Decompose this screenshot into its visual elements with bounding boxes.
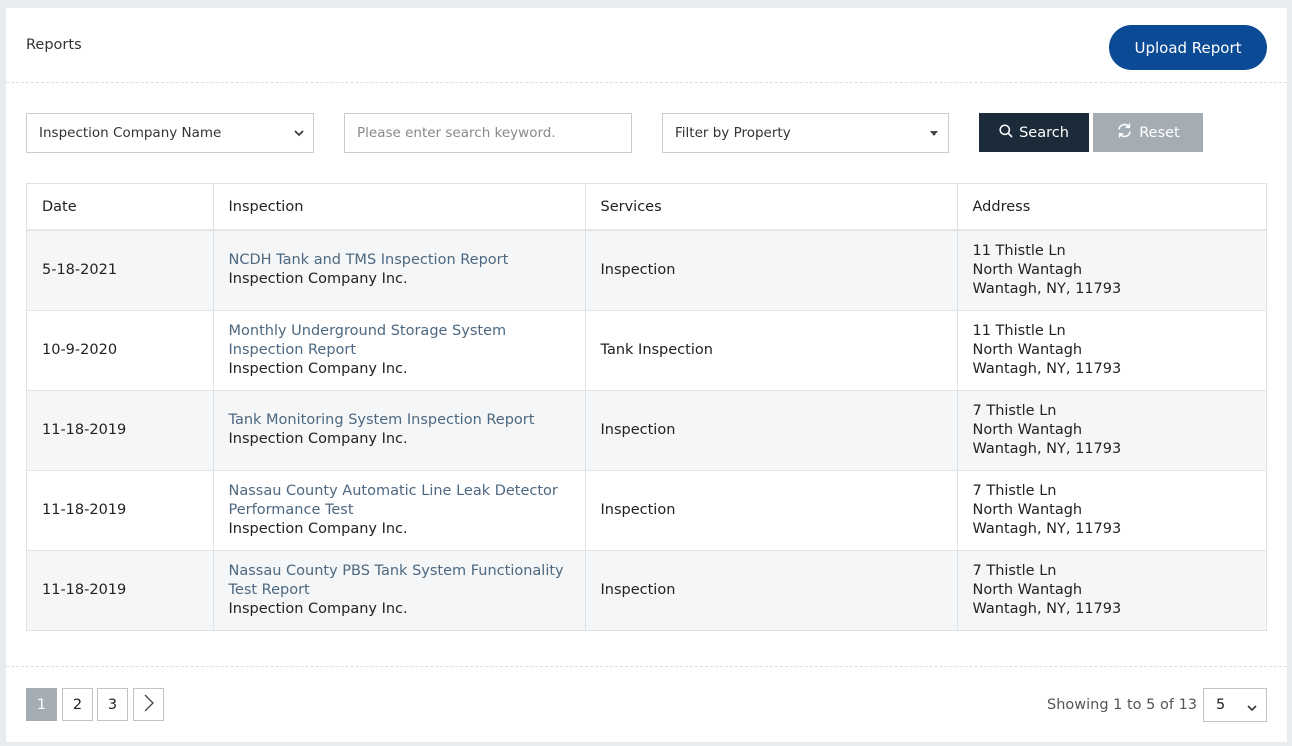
row-service: Inspection [585,549,958,630]
row-service: Inspection [585,469,958,550]
row-date: 5-18-2021 [27,229,214,310]
reset-button-label: Reset [1139,124,1180,141]
address-line: Wantagh, NY, 11793 [972,520,1122,537]
company-select-value: Inspection Company Name [39,125,222,141]
property-select[interactable]: Filter by Property [662,113,949,153]
column-header-services[interactable]: Services [585,184,958,231]
reports-card: Reports Upload Report Inspection Company… [6,8,1287,742]
page-button-2[interactable]: 2 [62,688,93,721]
inspection-report-link[interactable]: Monthly Underground Storage System Inspe… [229,322,585,360]
column-header-inspection[interactable]: Inspection [213,184,586,231]
property-select-value: Filter by Property [675,125,791,141]
card-header: Reports Upload Report [6,8,1287,83]
address-line: North Wantagh [972,421,1083,438]
row-address: 7 Thistle Ln North Wantagh Wantagh, NY, … [957,389,1266,470]
address-line: Wantagh, NY, 11793 [972,280,1122,297]
upload-report-button[interactable]: Upload Report [1109,25,1267,70]
address-line: 7 Thistle Ln [972,562,1057,579]
inspection-report-link[interactable]: Nassau County PBS Tank System Functional… [229,562,585,600]
per-page-select[interactable]: 5 [1203,688,1267,722]
inspection-company: Inspection Company Inc. [228,271,408,288]
address-line: Wantagh, NY, 11793 [972,600,1122,617]
caret-down-icon [928,127,940,139]
refresh-icon [1116,122,1133,143]
row-inspection: Nassau County Automatic Line Leak Detect… [213,469,586,550]
table-header-row: Date Inspection Services Address [27,184,1266,231]
address-line: 11 Thistle Ln [972,242,1066,259]
row-inspection: Nassau County PBS Tank System Functional… [213,549,586,630]
row-date: 11-18-2019 [27,549,214,630]
search-input[interactable] [344,113,632,153]
row-inspection: NCDH Tank and TMS Inspection Report Insp… [213,229,586,310]
address-line: North Wantagh [972,341,1083,358]
row-date: 11-18-2019 [27,469,214,550]
table-row: 11-18-2019 Nassau County Automatic Line … [27,469,1266,550]
chevron-right-icon [144,694,154,716]
inspection-company: Inspection Company Inc. [228,431,408,447]
per-page-value: 5 [1216,697,1226,713]
next-page-button[interactable] [133,688,164,721]
column-header-date[interactable]: Date [27,184,214,231]
pagination-footer: 1 2 3 Showing 1 to 5 of 13 5 [6,666,1287,742]
row-address: 7 Thistle Ln North Wantagh Wantagh, NY, … [957,469,1266,550]
row-service: Inspection [585,389,958,470]
reports-table: Date Inspection Services Address 5-18-20… [26,183,1267,631]
search-button-label: Search [1019,124,1069,141]
row-date: 11-18-2019 [27,389,214,470]
row-address: 11 Thistle Ln North Wantagh Wantagh, NY,… [957,229,1266,310]
page-button-1[interactable]: 1 [26,688,57,721]
inspection-report-link[interactable]: Tank Monitoring System Inspection Report [229,411,585,430]
table-row: 10-9-2020 Monthly Underground Storage Sy… [27,309,1266,390]
address-line: North Wantagh [972,581,1083,598]
inspection-report-link[interactable]: Nassau County Automatic Line Leak Detect… [229,482,585,520]
inspection-company: Inspection Company Inc. [228,600,408,617]
table-row: 11-18-2019 Tank Monitoring System Inspec… [27,389,1266,470]
row-service: Tank Inspection [585,309,958,390]
row-inspection: Monthly Underground Storage System Inspe… [213,309,586,390]
address-line: Wantagh, NY, 11793 [972,440,1122,457]
row-date: 10-9-2020 [27,309,214,390]
showing-count: Showing 1 to 5 of 13 [1047,697,1198,713]
company-select[interactable]: Inspection Company Name [26,113,314,153]
inspection-company: Inspection Company Inc. [228,520,408,537]
table-row: 5-18-2021 NCDH Tank and TMS Inspection R… [27,229,1266,310]
page-button-3[interactable]: 3 [97,688,128,721]
address-line: 7 Thistle Ln [972,402,1057,419]
row-address: 7 Thistle Ln North Wantagh Wantagh, NY, … [957,549,1266,630]
row-service: Inspection [585,229,958,310]
chevron-down-icon [293,127,305,139]
address-line: North Wantagh [972,261,1083,278]
page-title: Reports [26,37,82,53]
search-icon [999,123,1013,142]
table-row: 11-18-2019 Nassau County PBS Tank System… [27,549,1266,630]
inspection-report-link[interactable]: NCDH Tank and TMS Inspection Report [229,251,585,270]
address-line: 7 Thistle Ln [972,482,1057,499]
address-line: 11 Thistle Ln [972,322,1066,339]
address-line: Wantagh, NY, 11793 [972,360,1122,377]
inspection-company: Inspection Company Inc. [228,360,408,377]
reset-button[interactable]: Reset [1093,113,1203,152]
row-address: 11 Thistle Ln North Wantagh Wantagh, NY,… [957,309,1266,390]
search-button[interactable]: Search [979,113,1089,152]
column-header-address[interactable]: Address [957,184,1266,231]
chevron-down-icon [1247,700,1257,716]
row-inspection: Tank Monitoring System Inspection Report… [213,389,586,470]
address-line: North Wantagh [972,501,1083,518]
